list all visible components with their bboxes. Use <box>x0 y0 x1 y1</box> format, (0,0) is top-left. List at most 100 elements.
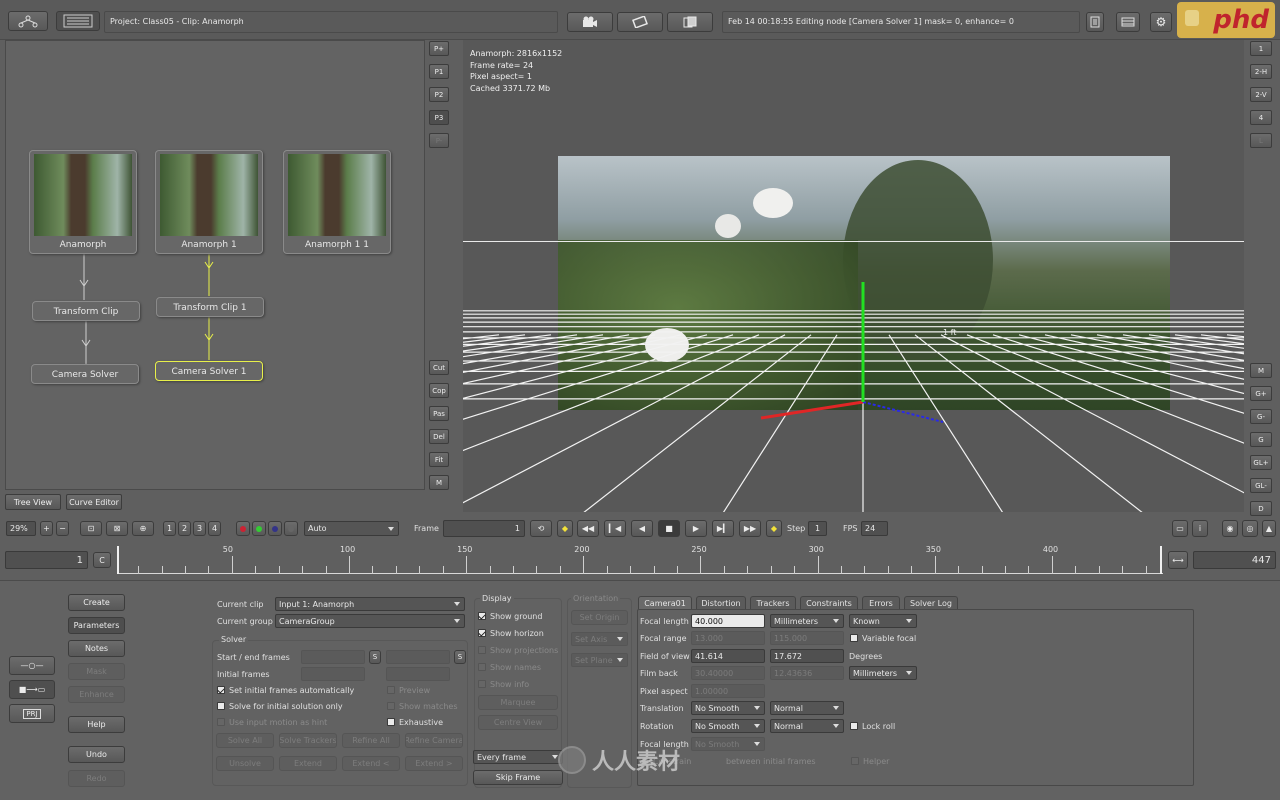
undo-button[interactable]: Undo <box>68 746 125 763</box>
centre-view-button[interactable]: Centre View <box>478 715 558 730</box>
step-back-button[interactable]: ▎◀ <box>604 520 626 537</box>
display-button[interactable]: ▭ <box>1172 520 1188 537</box>
layer-2-button[interactable]: 2 <box>178 521 191 536</box>
view-button-3[interactable]: 4 <box>1250 110 1272 125</box>
go-start-button[interactable]: ◀◀ <box>577 520 599 537</box>
show-matches-checkbox[interactable] <box>387 702 395 710</box>
film-units-select[interactable]: Millimeters <box>849 666 917 680</box>
timeline-end-marker[interactable] <box>1160 546 1162 574</box>
helper-checkbox[interactable] <box>851 757 859 765</box>
key-next-button[interactable]: ◆ <box>766 520 782 537</box>
table-button[interactable] <box>1116 12 1140 32</box>
center-button[interactable]: ⊕ <box>132 521 154 536</box>
fit-frame-button[interactable]: ⊡ <box>80 521 102 536</box>
current-clip-select[interactable]: Input 1: Anamorph <box>275 597 465 611</box>
view-button-9[interactable]: GL+ <box>1250 455 1272 470</box>
initial-frame-a-field[interactable] <box>301 667 365 681</box>
redo-button[interactable]: Redo <box>68 770 125 787</box>
tab-solver-log[interactable]: Solver Log <box>904 596 958 609</box>
compare-button[interactable]: ⊠ <box>106 521 128 536</box>
show-names-checkbox[interactable] <box>478 663 486 671</box>
menu-button[interactable]: M <box>429 475 449 490</box>
c-button[interactable]: C <box>93 552 111 568</box>
solve-initial-only-checkbox[interactable] <box>217 702 225 710</box>
view-button-6[interactable]: G+ <box>1250 386 1272 401</box>
solve-all-button[interactable]: Solve All <box>216 733 274 748</box>
extend-button[interactable]: Extend <box>279 756 337 771</box>
focal-min-field[interactable]: 13.000 <box>691 631 765 645</box>
go-end-button[interactable]: ▶▶ <box>739 520 761 537</box>
zoom-in-button[interactable]: + <box>40 521 53 536</box>
create-button[interactable]: Create <box>68 594 125 611</box>
skip-frame-button[interactable]: Skip Frame <box>473 770 563 785</box>
pixel-aspect-field[interactable]: 1.00000 <box>691 684 765 698</box>
start-frame-field[interactable] <box>301 650 365 664</box>
step-field[interactable]: 1 <box>808 521 827 536</box>
play-back-button[interactable]: ◀ <box>631 520 653 537</box>
project-mode-button[interactable]: PRJ <box>9 704 55 723</box>
film-height-field[interactable]: 12.43636 <box>770 666 844 680</box>
eye-button[interactable]: ◎ <box>1242 520 1258 537</box>
viewer-panel[interactable]: 1 ft Anamorph: 2816x1152 Frame rate= 24 … <box>463 40 1244 512</box>
node-anamorph-1[interactable]: Anamorph 1 <box>155 150 263 254</box>
layer-3-button[interactable]: 3 <box>193 521 206 536</box>
fps-field[interactable]: 24 <box>861 521 888 536</box>
node-transform-clip-1[interactable]: Transform Clip 1 <box>156 297 264 317</box>
show-horizon-checkbox[interactable] <box>478 629 486 637</box>
node-transform-clip[interactable]: Transform Clip <box>32 301 140 321</box>
view-button-2[interactable]: 2-V <box>1250 87 1272 102</box>
channel-select[interactable]: Auto <box>304 521 399 536</box>
translation-smooth-select[interactable]: No Smooth <box>691 701 765 715</box>
tab-tree-view[interactable]: Tree View <box>5 494 61 510</box>
settings-button[interactable]: ⚙ <box>1150 12 1172 32</box>
cut-button[interactable]: Cut <box>429 360 449 375</box>
tab-distortion[interactable]: Distortion <box>696 596 746 609</box>
translation-mode-select[interactable]: Normal <box>770 701 844 715</box>
set-plane-select[interactable]: Set Plane <box>571 653 628 667</box>
alpha-channel-button[interactable] <box>284 521 298 536</box>
rotation-mode-select[interactable]: Normal <box>770 719 844 733</box>
export-mode-button[interactable]: ■⟶▭ <box>9 680 55 699</box>
variable-focal-checkbox[interactable] <box>850 634 858 642</box>
unsolve-button[interactable]: Unsolve <box>216 756 274 771</box>
focal-length-field[interactable]: 40.000 <box>691 614 765 628</box>
node-camera-solver-1[interactable]: Camera Solver 1 <box>155 361 263 381</box>
set-initial-auto-checkbox[interactable] <box>217 686 225 694</box>
project-1-button[interactable]: P1 <box>429 64 449 79</box>
info-button[interactable]: ⅰ <box>1192 520 1208 537</box>
timeline-end-field[interactable]: 447 <box>1193 551 1276 569</box>
view-button-0[interactable]: 1 <box>1250 41 1272 56</box>
current-group-select[interactable]: CameraGroup <box>275 614 465 628</box>
enhance-button[interactable]: Enhance <box>68 686 125 703</box>
tab-constraints[interactable]: Constraints <box>800 596 858 609</box>
show-projections-checkbox[interactable] <box>478 646 486 654</box>
use-input-motion-checkbox[interactable] <box>217 718 225 726</box>
stop-button[interactable]: ■ <box>658 520 680 537</box>
tab-trackers[interactable]: Trackers <box>750 596 796 609</box>
start-s-button[interactable]: S <box>369 650 381 664</box>
lock-roll-checkbox[interactable] <box>850 722 858 730</box>
timeline-start-marker[interactable] <box>117 546 119 574</box>
play-button[interactable]: ▶ <box>685 520 707 537</box>
view-button-10[interactable]: GL- <box>1250 478 1272 493</box>
copy-button[interactable]: Cop <box>429 383 449 398</box>
frame-field[interactable]: 1 <box>443 520 525 537</box>
tab-errors[interactable]: Errors <box>862 596 900 609</box>
camera-button[interactable] <box>567 12 613 32</box>
slider-mode-button[interactable]: —○— <box>9 656 55 675</box>
clipboard-button[interactable] <box>667 12 713 32</box>
camera-view-button[interactable]: ◉ <box>1222 520 1238 537</box>
parameters-button[interactable]: Parameters <box>68 617 125 634</box>
timeline-range-button[interactable]: ⟷ <box>1168 551 1188 569</box>
marquee-button[interactable]: Marquee <box>478 695 558 710</box>
notes-button[interactable]: Notes <box>68 640 125 657</box>
key-prev-button[interactable]: ◆ <box>557 520 573 537</box>
refine-all-button[interactable]: Refine All <box>342 733 400 748</box>
loop-button[interactable]: ⟲ <box>530 520 552 537</box>
view-button-4[interactable]: L <box>1250 133 1272 148</box>
solve-trackers-button[interactable]: Solve Trackers <box>279 733 337 748</box>
project-remove-button[interactable]: P- <box>429 133 449 148</box>
show-ground-checkbox[interactable] <box>478 612 486 620</box>
view-button-8[interactable]: G <box>1250 432 1272 447</box>
project-add-button[interactable]: P+ <box>429 41 449 56</box>
